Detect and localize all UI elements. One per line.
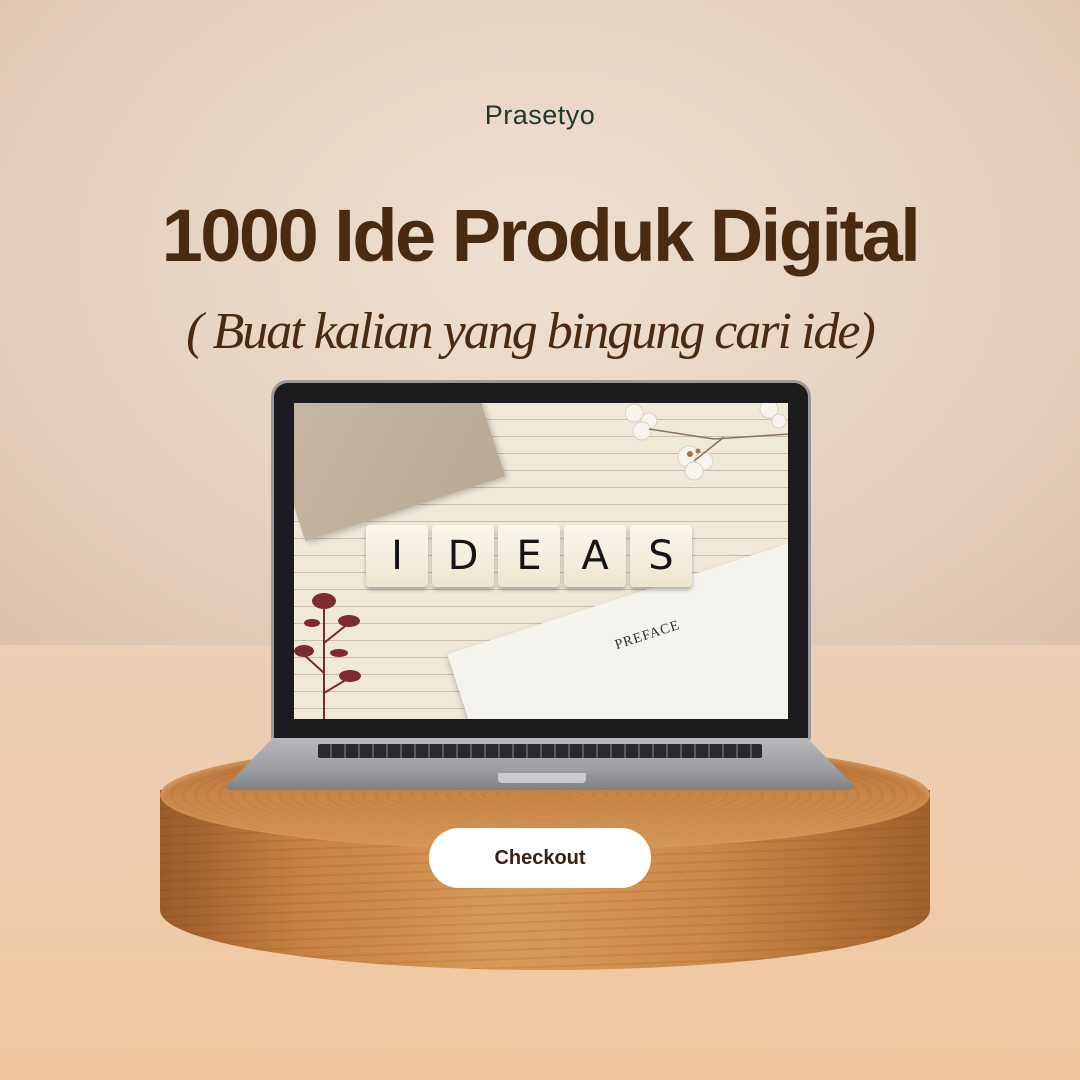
laptop-keyboard xyxy=(318,744,762,758)
ideas-tiles: I D E A S xyxy=(366,525,692,587)
laptop-lid: PREFACE I D E A S xyxy=(274,383,808,739)
subheadline: ( Buat kalian yang bingung cari ide) xyxy=(186,303,876,360)
laptop-screen: PREFACE I D E A S xyxy=(294,403,788,719)
red-botanical-icon xyxy=(294,593,361,719)
headline: 1000 Ide Produk Digital xyxy=(161,194,921,277)
checkout-button[interactable]: Checkout xyxy=(429,828,651,888)
brand-name: Prasetyo xyxy=(484,100,596,130)
letter-tile: S xyxy=(630,525,692,587)
letter-tile: D xyxy=(432,525,494,587)
letter-tile: E xyxy=(498,525,560,587)
dried-flowers-icon xyxy=(624,403,788,481)
laptop-trackpad xyxy=(498,773,586,783)
letter-tile: A xyxy=(564,525,626,587)
letter-tile: I xyxy=(366,525,428,587)
